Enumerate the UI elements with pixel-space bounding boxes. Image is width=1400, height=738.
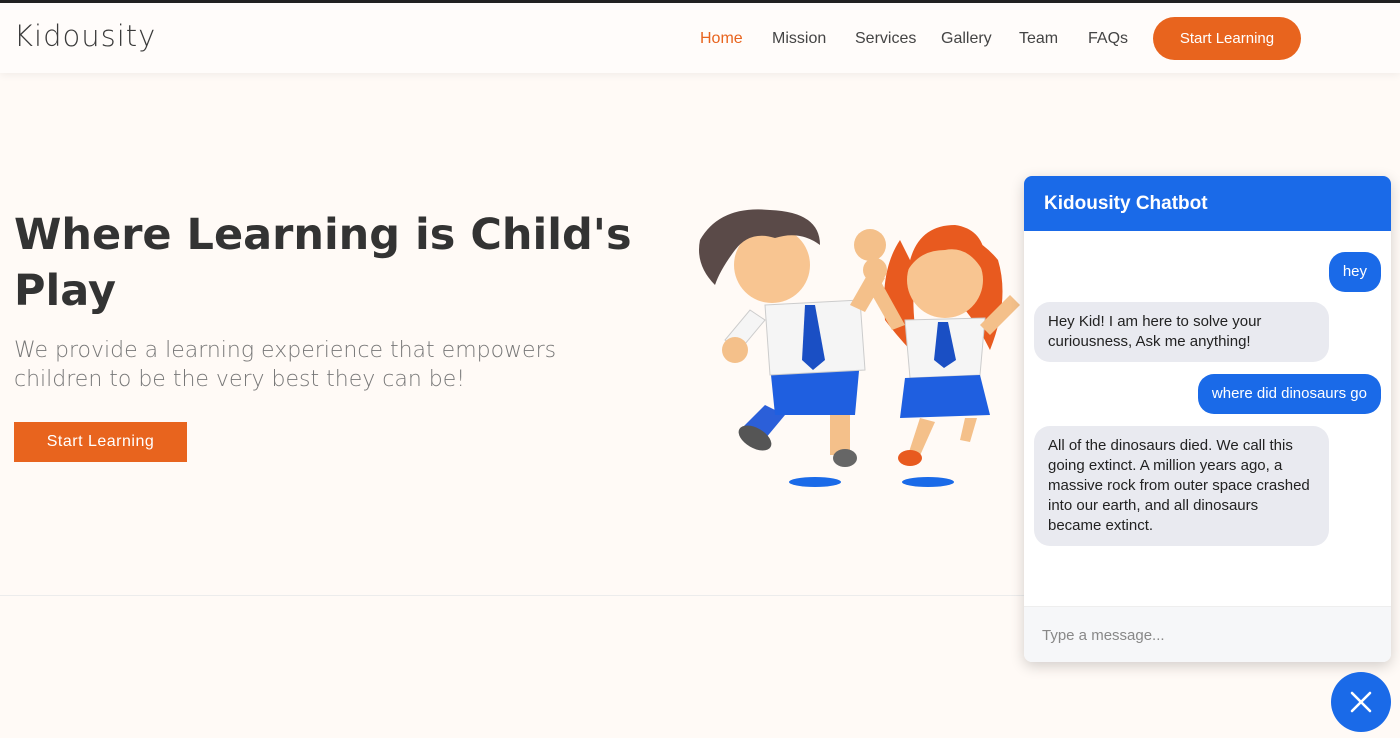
brand-logo[interactable]: Kidousity bbox=[14, 19, 156, 53]
section-divider bbox=[0, 595, 1024, 596]
close-icon bbox=[1350, 691, 1372, 713]
chat-message-user: where did dinosaurs go bbox=[1197, 374, 1381, 414]
nav-team[interactable]: Team bbox=[1019, 30, 1058, 48]
chat-message-user: hey bbox=[1328, 252, 1381, 292]
nav-services[interactable]: Services bbox=[855, 30, 916, 48]
hero-subtitle: We provide a learning experience that em… bbox=[14, 338, 557, 392]
site-header: Kidousity Home Mission Services Gallery … bbox=[0, 3, 1400, 73]
chatbot-window: Kidousity Chatbot hey Hey Kid! I am here… bbox=[1024, 176, 1391, 662]
chat-message-bot: Hey Kid! I am here to solve your curious… bbox=[1034, 302, 1329, 362]
boy-shadow bbox=[789, 477, 841, 487]
girl-shadow bbox=[902, 477, 954, 487]
chatbot-close-button[interactable] bbox=[1331, 672, 1391, 732]
chat-input-area bbox=[1024, 606, 1391, 662]
nav-faqs[interactable]: FAQs bbox=[1088, 30, 1128, 48]
girl-figure bbox=[863, 225, 1020, 466]
start-learning-button[interactable]: Start Learning bbox=[14, 422, 187, 462]
chatbot-header: Kidousity Chatbot bbox=[1024, 176, 1391, 231]
start-learning-nav-button[interactable]: Start Learning bbox=[1153, 17, 1301, 60]
nav-mission[interactable]: Mission bbox=[772, 30, 826, 48]
nav-home[interactable]: Home bbox=[700, 30, 743, 48]
chat-message-bot: All of the dinosaurs died. We call this … bbox=[1034, 426, 1329, 546]
chatbot-title: Kidousity Chatbot bbox=[1044, 193, 1208, 214]
nav-gallery[interactable]: Gallery bbox=[941, 30, 992, 48]
chat-message-input[interactable] bbox=[1042, 623, 1362, 647]
boy-figure bbox=[699, 209, 886, 467]
kids-illustration bbox=[699, 209, 1020, 487]
hero-title: Where Learning is Child's Play bbox=[14, 210, 632, 316]
